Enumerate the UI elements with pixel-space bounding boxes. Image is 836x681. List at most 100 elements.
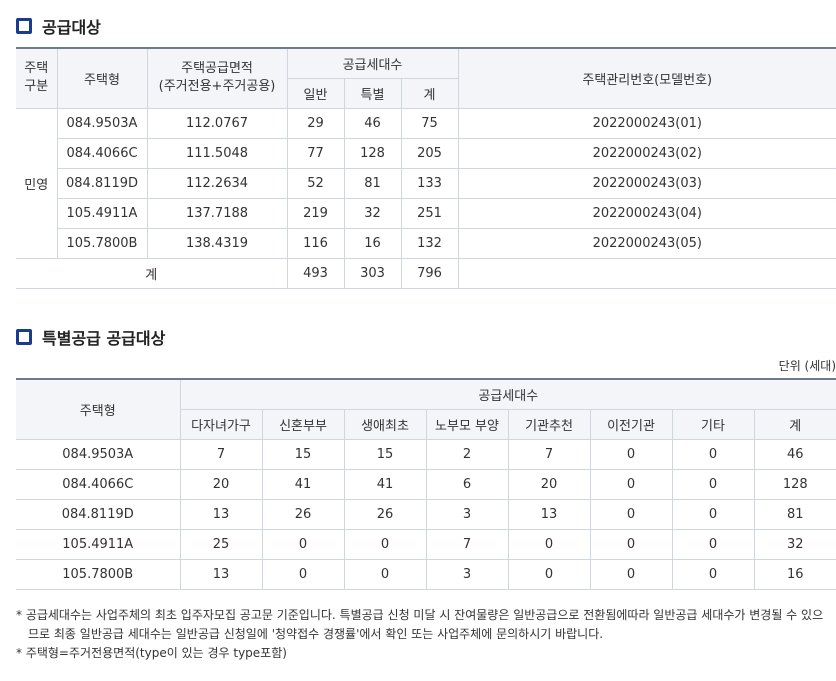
header-other: 기타 — [671, 408, 755, 440]
header-newlywed: 신혼부부 — [261, 408, 345, 440]
type-cell: 084.8119D — [57, 167, 148, 199]
value-cell: 3 — [425, 498, 509, 530]
value-cell: 7 — [425, 528, 509, 560]
value-cell: 7 — [507, 438, 591, 470]
type-cell: 105.4911A — [57, 197, 148, 229]
special-cell: 81 — [343, 167, 402, 199]
total-cell: 133 — [400, 167, 459, 199]
value-cell: 0 — [589, 528, 673, 560]
general-cell: 77 — [286, 137, 345, 169]
table-row: 084.4066C 20 41 41 6 20 0 0 128 — [16, 468, 836, 500]
total-cell: 75 — [400, 107, 459, 139]
value-cell: 41 — [343, 468, 427, 500]
value-cell: 32 — [753, 528, 836, 560]
value-cell: 13 — [507, 498, 591, 530]
sum-total: 796 — [400, 257, 459, 289]
table-row: 105.7800B 13 0 0 3 0 0 0 16 — [16, 558, 836, 590]
area-cell: 112.0767 — [146, 107, 288, 139]
header-area: 주택공급면적 (주거전용+주거공용) — [146, 47, 288, 109]
area-cell: 137.7188 — [146, 197, 288, 229]
header-general: 일반 — [287, 77, 345, 109]
value-cell: 6 — [425, 468, 509, 500]
type-cell: 105.7800B — [16, 558, 181, 590]
header-total: 계 — [400, 77, 459, 109]
header-units: 공급세대수 — [179, 378, 836, 410]
header-house-type: 주택형 — [56, 47, 148, 109]
value-cell: 0 — [589, 498, 673, 530]
special-supply-table: 주택형 공급세대수 다자녀가구 신혼부부 생애최초 노부모 부양 기관추천 이전… — [16, 378, 836, 590]
table-row: 084.8119D 112.2634 52 81 133 2022000243(… — [16, 167, 836, 199]
value-cell: 0 — [507, 558, 591, 590]
sum-special: 303 — [343, 257, 402, 289]
value-cell: 0 — [343, 528, 427, 560]
type-cell: 105.4911A — [16, 528, 181, 560]
header-special: 특별 — [343, 77, 402, 109]
area-cell: 112.2634 — [146, 167, 288, 199]
section-title-special: 특별공급 공급대상 — [16, 325, 165, 349]
header-first-time: 생애최초 — [343, 408, 427, 440]
value-cell: 0 — [589, 558, 673, 590]
section-square-icon — [16, 329, 32, 345]
section-title-text: 공급대상 — [42, 18, 101, 37]
value-cell: 46 — [753, 438, 836, 470]
value-cell: 0 — [343, 558, 427, 590]
total-cell: 132 — [400, 227, 459, 259]
sum-general: 493 — [286, 257, 345, 289]
house-class-cell: 민영 — [16, 107, 58, 259]
header-units: 공급세대수 — [286, 47, 459, 79]
special-cell: 32 — [343, 197, 402, 229]
total-cell: 251 — [400, 197, 459, 229]
value-cell: 25 — [179, 528, 263, 560]
header-institution: 기관추천 — [507, 408, 591, 440]
type-cell: 105.7800B — [57, 227, 148, 259]
header-total: 계 — [753, 408, 836, 440]
mgmt-cell: 2022000243(01) — [457, 107, 836, 139]
sum-mgmt-empty — [457, 257, 836, 289]
value-cell: 2 — [425, 438, 509, 470]
value-cell: 128 — [753, 468, 836, 500]
table-row: 105.4911A 137.7188 219 32 251 2022000243… — [16, 197, 836, 229]
footnote-supply-count: * 공급세대수는 사업주체의 최초 입주자모집 공고문 기준입니다. 특별공급 … — [16, 608, 824, 641]
value-cell: 0 — [671, 468, 755, 500]
table-row: 105.7800B 138.4319 116 16 132 2022000243… — [16, 227, 836, 259]
general-cell: 116 — [286, 227, 345, 259]
value-cell: 0 — [671, 558, 755, 590]
special-cell: 128 — [343, 137, 402, 169]
supply-table: 주택 구분 주택형 주택공급면적 (주거전용+주거공용) 공급세대수 주택관리번… — [16, 47, 836, 289]
header-relocated-org: 이전기관 — [589, 408, 673, 440]
type-cell: 084.9503A — [56, 107, 148, 139]
value-cell: 0 — [589, 438, 673, 470]
table-row: 084.8119D 13 26 26 3 13 0 0 81 — [16, 498, 836, 530]
header-multi-child: 다자녀가구 — [180, 408, 263, 440]
type-cell: 084.4066C — [16, 468, 181, 500]
value-cell: 16 — [753, 558, 836, 590]
value-cell: 20 — [507, 468, 591, 500]
total-cell: 205 — [400, 137, 459, 169]
section-title-supply: 공급대상 — [16, 14, 101, 38]
type-cell: 084.4066C — [57, 137, 148, 169]
footnote-house-type: * 주택형=주거전용면적(type이 있는 경우 type포함) — [16, 646, 287, 660]
value-cell: 0 — [589, 468, 673, 500]
value-cell: 0 — [671, 528, 755, 560]
area-cell: 111.5048 — [146, 137, 288, 169]
value-cell: 41 — [261, 468, 345, 500]
table-row: 민영 084.9503A 112.0767 29 46 75 202200024… — [16, 107, 836, 259]
value-cell: 15 — [261, 438, 345, 470]
special-cell: 16 — [343, 227, 402, 259]
mgmt-cell: 2022000243(04) — [457, 197, 836, 229]
value-cell: 0 — [261, 528, 345, 560]
special-cell: 46 — [343, 107, 402, 139]
header-elderly-support: 노부모 부양 — [425, 408, 509, 440]
section-title-text: 특별공급 공급대상 — [42, 329, 166, 348]
general-cell: 29 — [286, 107, 345, 139]
unit-label: 단위 (세대) — [778, 359, 836, 373]
mgmt-cell: 2022000243(02) — [457, 137, 836, 169]
value-cell: 26 — [261, 498, 345, 530]
value-cell: 0 — [671, 438, 755, 470]
table-row: 084.9503A 7 15 15 2 7 0 0 46 — [16, 438, 836, 470]
sum-label: 계 — [16, 257, 288, 289]
type-cell: 084.9503A — [16, 438, 181, 470]
value-cell: 0 — [261, 558, 345, 590]
area-cell: 138.4319 — [146, 227, 288, 259]
value-cell: 0 — [507, 528, 591, 560]
